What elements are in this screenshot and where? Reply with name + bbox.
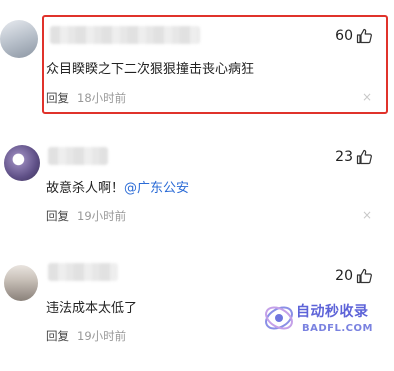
watermark: 自动秒收录 BADFL.COM <box>262 297 382 343</box>
comment-text-prefix: 故意杀人啊！ <box>46 181 125 196</box>
thumbs-up-icon <box>356 268 372 284</box>
like-button[interactable]: 20 <box>335 268 372 284</box>
comment-meta: 回复 19小时前 <box>46 208 126 224</box>
avatar[interactable] <box>4 145 40 181</box>
avatar[interactable] <box>0 20 38 58</box>
reply-button[interactable]: 回复 <box>46 208 69 224</box>
watermark-title: 自动秒收录 <box>296 304 369 320</box>
like-count: 23 <box>335 149 353 165</box>
highlight-box <box>42 15 388 114</box>
comment-text: 违法成本太低了 <box>46 301 138 316</box>
thumbs-up-icon <box>356 149 372 165</box>
comment-item: 23 故意杀人啊！@广东公安 回复 19小时前 × <box>0 135 394 240</box>
close-icon[interactable]: × <box>362 208 372 222</box>
comment-meta: 回复 19小时前 <box>46 328 126 344</box>
watermark-url: BADFL.COM <box>302 323 373 334</box>
username-blurred[interactable] <box>48 147 108 165</box>
like-count: 20 <box>335 268 353 284</box>
username-blurred[interactable] <box>48 263 118 281</box>
comment-time: 19小时前 <box>77 209 127 223</box>
like-button[interactable]: 23 <box>335 149 372 165</box>
avatar[interactable] <box>4 265 38 301</box>
watermark-logo-icon <box>265 306 293 330</box>
mention-link[interactable]: @广东公安 <box>124 181 189 196</box>
comment-time: 19小时前 <box>77 329 127 343</box>
reply-button[interactable]: 回复 <box>46 328 69 344</box>
comment-text: 故意杀人啊！@广东公安 <box>46 177 189 196</box>
